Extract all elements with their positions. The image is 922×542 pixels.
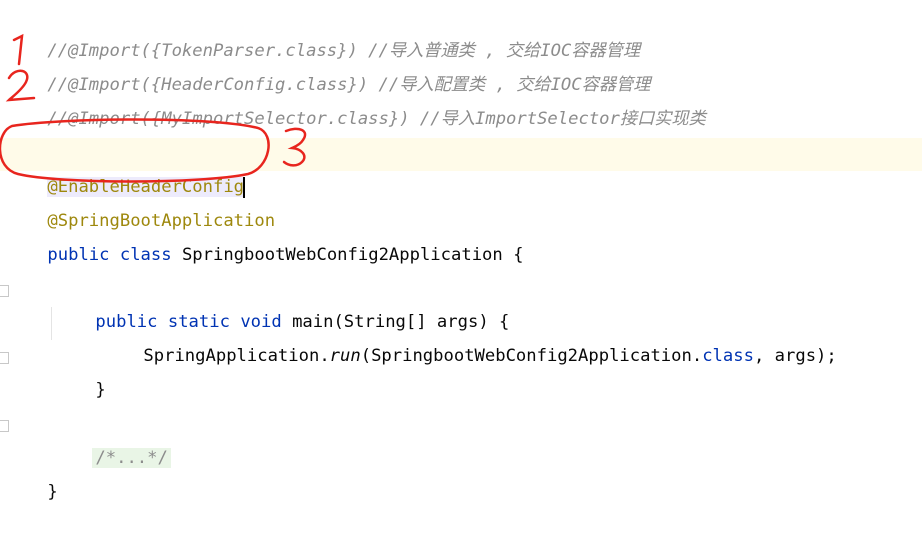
code-line-class-decl[interactable]: public class SpringbootWebConfig2Applica… [0, 206, 922, 265]
code-line-2[interactable]: //@Import({HeaderConfig.class}) //导入配置类 … [0, 36, 922, 95]
class-close-brace: } [47, 482, 58, 502]
code-line-blank-3[interactable] [0, 375, 922, 408]
code-line-method-close[interactable]: } [0, 341, 922, 400]
fold-marker-main-end[interactable] [0, 352, 9, 364]
fold-marker-comment[interactable] [0, 420, 9, 432]
code-line-main-decl[interactable]: public static void main(String[] args) { [0, 273, 922, 332]
code-line-blank-2[interactable] [0, 240, 922, 273]
code-line-blank-1[interactable] [0, 104, 922, 137]
code-line-3[interactable]: //@Import({MyImportSelector.class}) //导入… [0, 70, 922, 129]
code-line-run-call[interactable]: SpringApplication.run(SpringbootWebConfi… [0, 307, 922, 366]
code-line-enable-annotation[interactable]: @EnableHeaderConfig [0, 138, 922, 198]
code-line-boot-annotation[interactable]: @SpringBootApplication [0, 172, 922, 231]
fold-marker-main[interactable] [0, 285, 9, 297]
code-line-folded-comment[interactable]: /*...*/ [0, 409, 922, 468]
code-line-1[interactable]: //@Import({TokenParser.class}) //导入普通类 ,… [0, 2, 922, 61]
code-line-class-close[interactable]: } [0, 443, 922, 502]
code-editor[interactable]: //@Import({TokenParser.class}) //导入普通类 ,… [0, 0, 922, 502]
